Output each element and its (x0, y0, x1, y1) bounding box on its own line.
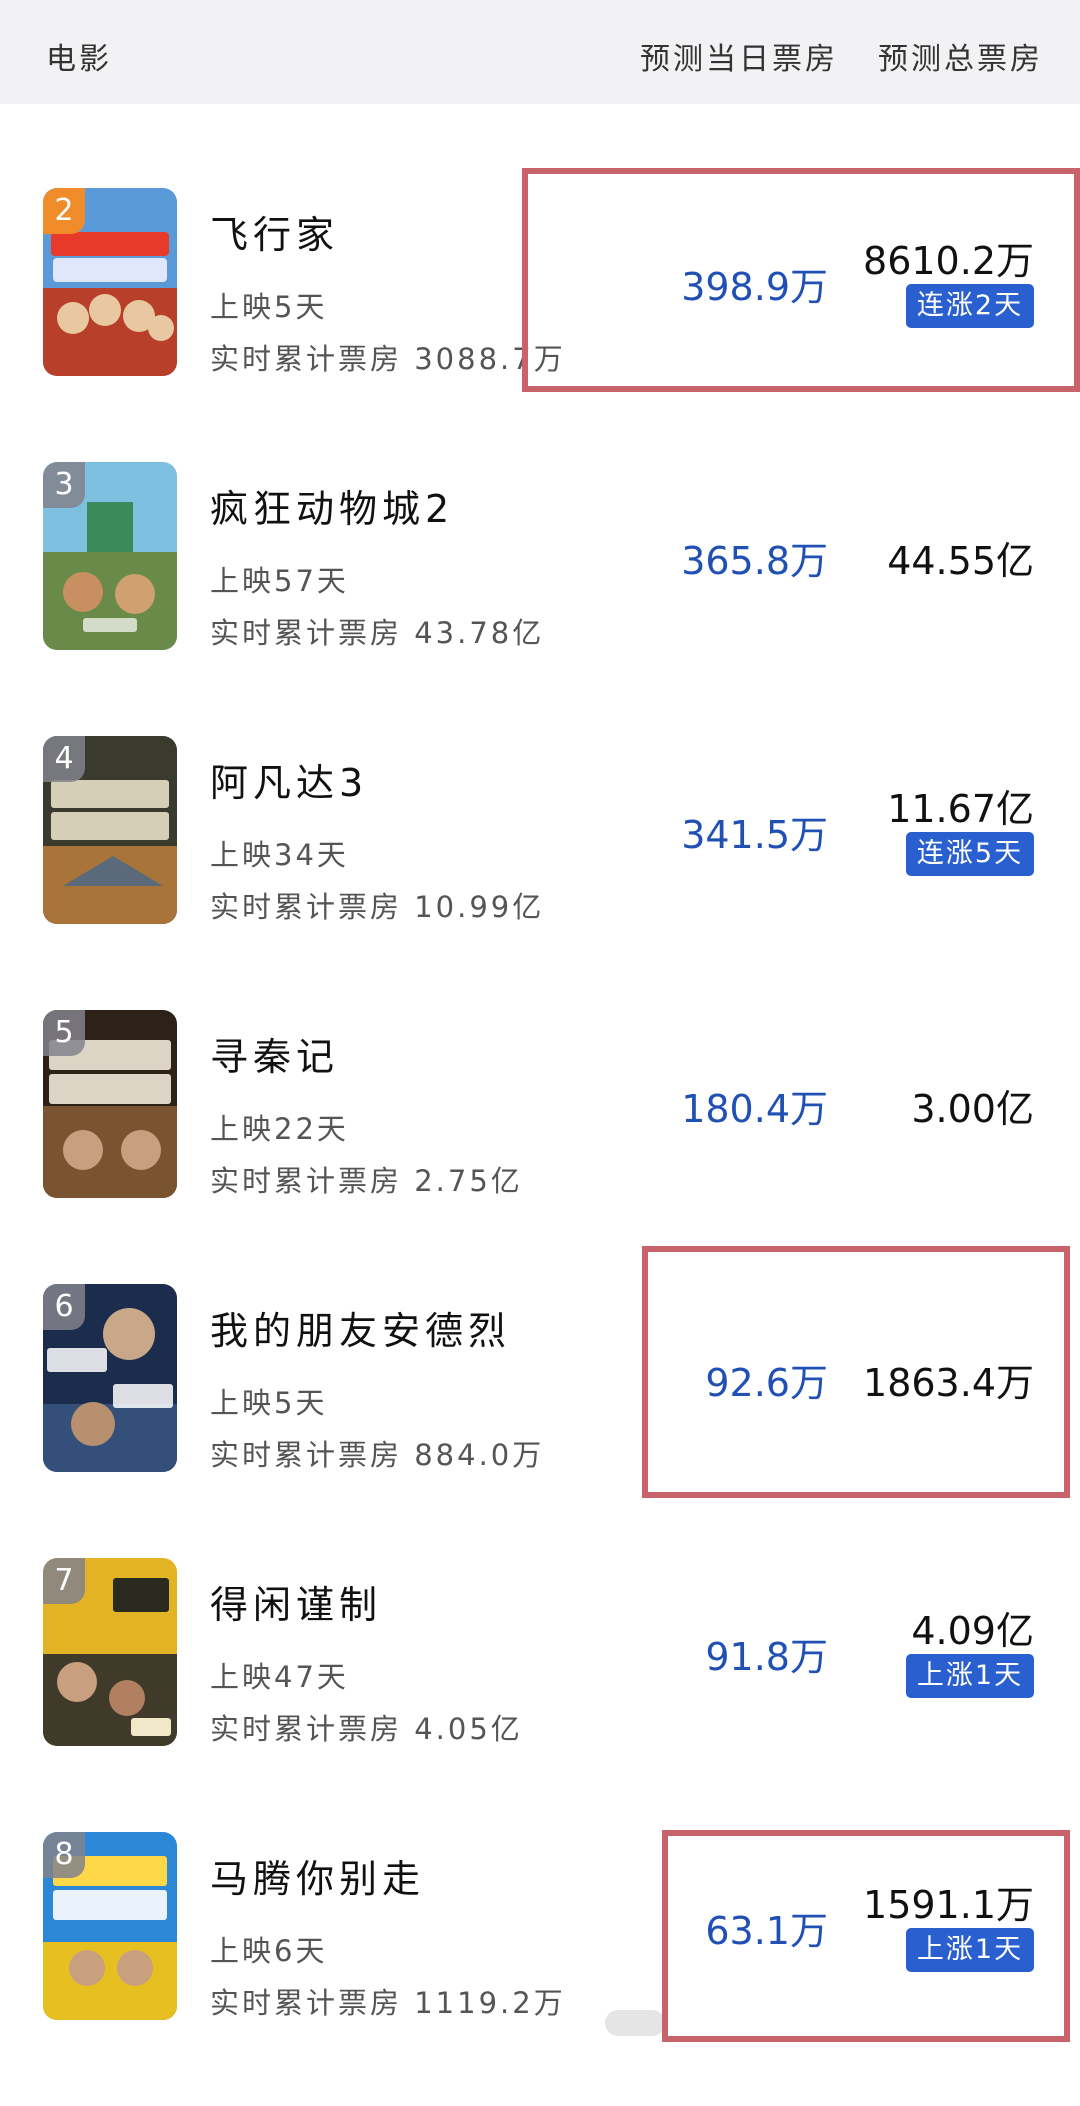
trend-badge: 上涨1天 (906, 1654, 1034, 1698)
cumulative-box-office: 实时累计票房 884.0万 (210, 1438, 545, 1472)
cumulative-box-office: 实时累计票房 10.99亿 (210, 890, 545, 924)
total-forecast-value: 1863.4万 (863, 1361, 1034, 1405)
total-forecast-value: 44.55亿 (887, 539, 1034, 583)
list-item[interactable]: 5 寻秦记 上映22天 实时累计票房 2.75亿 180.4万 3.00亿 (0, 1010, 1080, 1284)
rank-badge: 6 (43, 1284, 85, 1330)
movie-title[interactable]: 阿凡达3 (210, 752, 368, 807)
rank-badge: 2 (43, 188, 85, 234)
list-item[interactable]: 4 阿凡达3 上映34天 实时累计票房 10.99亿 341.5万 11.67亿… (0, 736, 1080, 1010)
movie-poster[interactable]: 6 (43, 1284, 177, 1472)
cumulative-box-office: 实时累计票房 4.05亿 (210, 1712, 523, 1746)
daily-forecast-value: 91.8万 (705, 1635, 828, 1679)
movie-title[interactable]: 疯狂动物城2 (210, 478, 454, 533)
daily-forecast-value: 63.1万 (705, 1909, 828, 1953)
cumulative-box-office: 实时累计票房 2.75亿 (210, 1164, 523, 1198)
daily-forecast-value: 180.4万 (681, 1087, 828, 1131)
movie-title[interactable]: 马腾你别走 (210, 1848, 425, 1903)
movie-title[interactable]: 我的朋友安德烈 (210, 1300, 511, 1355)
total-forecast-value: 11.67亿 (887, 787, 1034, 831)
daily-forecast-value: 92.6万 (705, 1361, 828, 1405)
movie-poster[interactable]: 4 (43, 736, 177, 924)
total-forecast-value: 3.00亿 (911, 1087, 1034, 1131)
rank-badge: 7 (43, 1558, 85, 1604)
trend-badge: 上涨1天 (906, 1928, 1034, 1972)
rank-badge: 4 (43, 736, 85, 782)
movie-poster[interactable]: 8 (43, 1832, 177, 2020)
total-forecast-value: 8610.2万 (863, 239, 1034, 283)
release-days: 上映57天 (210, 564, 349, 598)
watermark (605, 2010, 665, 2036)
movie-poster[interactable]: 3 (43, 462, 177, 650)
movie-poster[interactable]: 2 (43, 188, 177, 376)
cumulative-box-office: 实时累计票房 1119.2万 (210, 1986, 566, 2020)
release-days: 上映47天 (210, 1660, 349, 1694)
column-header-total-forecast[interactable]: 预测总票房 (878, 34, 1043, 78)
list-item[interactable]: 6 我的朋友安德烈 上映5天 实时累计票房 884.0万 92.6万 1863.… (0, 1284, 1080, 1558)
list-item[interactable]: 2 飞行家 上映5天 实时累计票房 3088.7万 398.9万 8610.2万… (0, 188, 1080, 462)
rank-badge: 5 (43, 1010, 85, 1056)
total-forecast-value: 1591.1万 (863, 1883, 1034, 1927)
cumulative-box-office: 实时累计票房 43.78亿 (210, 616, 545, 650)
daily-forecast-value: 341.5万 (681, 813, 828, 857)
movie-title[interactable]: 寻秦记 (210, 1026, 339, 1081)
list-item[interactable]: 3 疯狂动物城2 上映57天 实时累计票房 43.78亿 365.8万 44.5… (0, 462, 1080, 736)
list-item[interactable]: 7 得闲谨制 上映47天 实时累计票房 4.05亿 91.8万 4.09亿 上涨… (0, 1558, 1080, 1832)
column-header-daily-forecast[interactable]: 预测当日票房 (640, 34, 838, 78)
release-days: 上映6天 (210, 1934, 328, 1968)
list-header: 电影 预测当日票房 预测总票房 (0, 0, 1080, 104)
rank-badge: 3 (43, 462, 85, 508)
trend-badge: 连涨2天 (906, 284, 1034, 328)
release-days: 上映5天 (210, 1386, 328, 1420)
release-days: 上映22天 (210, 1112, 349, 1146)
total-forecast-value: 4.09亿 (911, 1609, 1034, 1653)
movie-poster[interactable]: 5 (43, 1010, 177, 1198)
movie-title[interactable]: 飞行家 (210, 204, 339, 259)
trend-badge: 连涨5天 (906, 832, 1034, 876)
column-header-movie[interactable]: 电影 (46, 34, 112, 78)
release-days: 上映5天 (210, 290, 328, 324)
rank-badge: 8 (43, 1832, 85, 1878)
cumulative-box-office: 实时累计票房 3088.7万 (210, 342, 566, 376)
movie-poster[interactable]: 7 (43, 1558, 177, 1746)
daily-forecast-value: 398.9万 (681, 265, 828, 309)
list-item[interactable]: 8 马腾你别走 上映6天 实时累计票房 1119.2万 63.1万 1591.1… (0, 1832, 1080, 2106)
release-days: 上映34天 (210, 838, 349, 872)
movie-title[interactable]: 得闲谨制 (210, 1574, 382, 1629)
daily-forecast-value: 365.8万 (681, 539, 828, 583)
